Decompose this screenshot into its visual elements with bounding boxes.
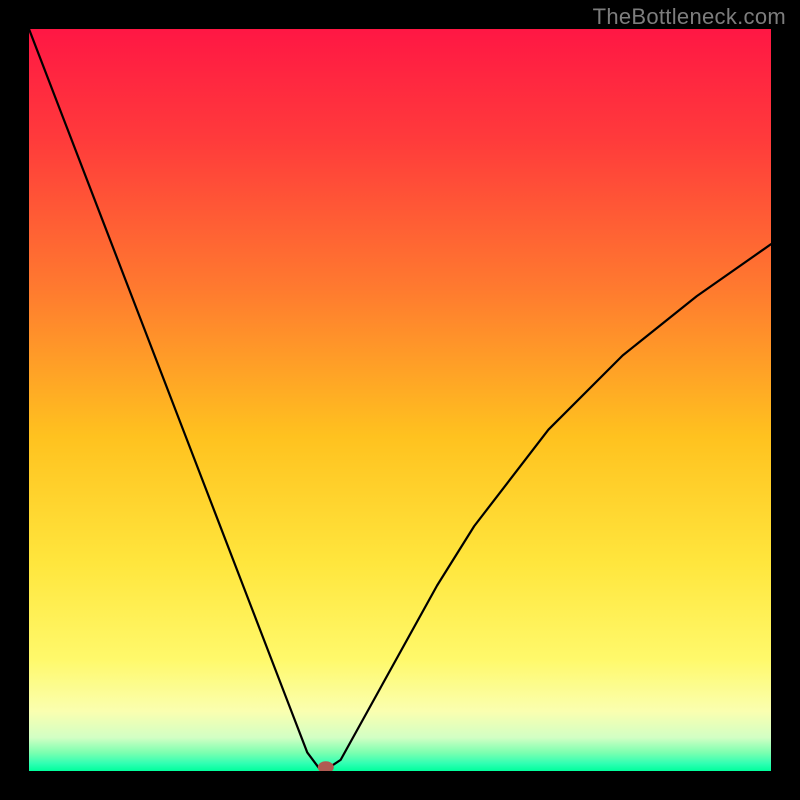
bottleneck-chart [29,29,771,771]
gradient-background [29,29,771,771]
plot-area [29,29,771,771]
watermark-text: TheBottleneck.com [593,4,786,30]
chart-frame: TheBottleneck.com [0,0,800,800]
